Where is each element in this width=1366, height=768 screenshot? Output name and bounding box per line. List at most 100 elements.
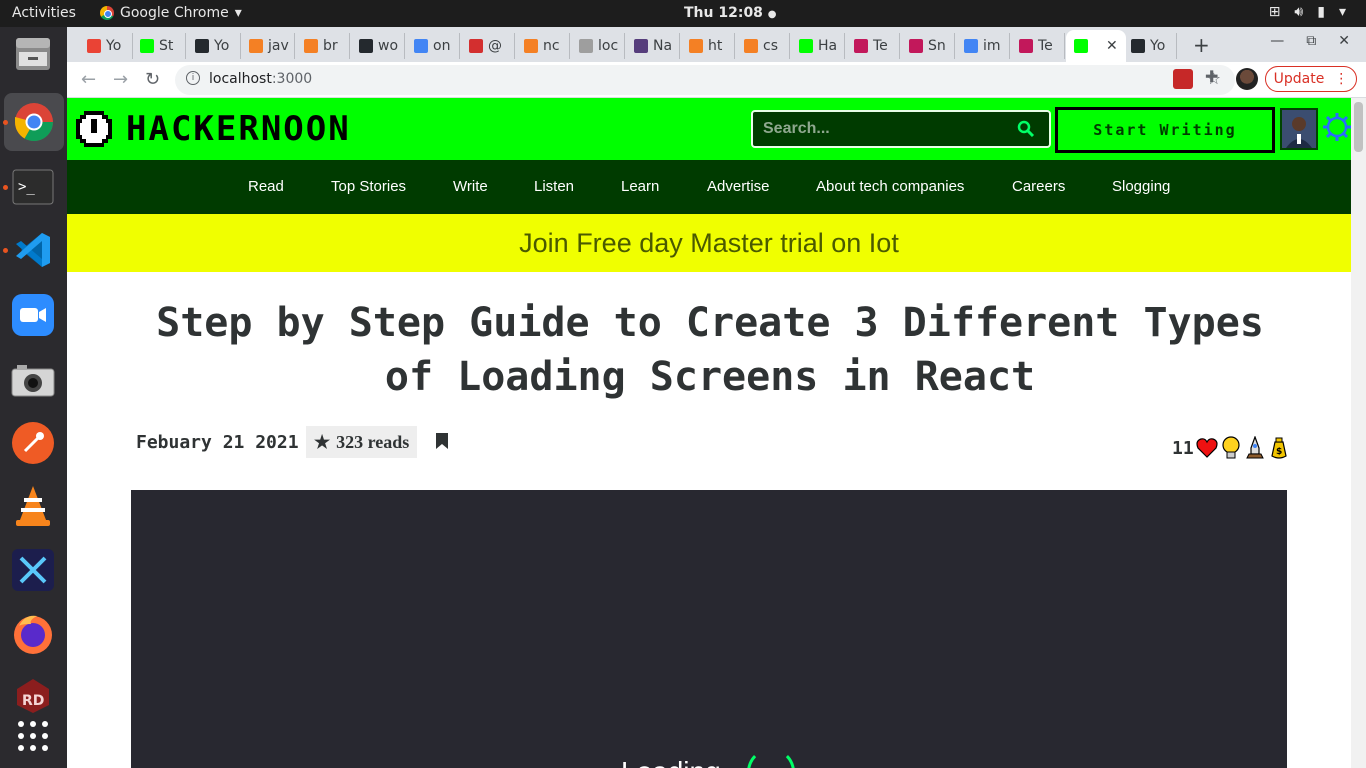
dock: >_ RD	[0, 27, 67, 768]
maximize-button[interactable]: ⧉	[1306, 33, 1316, 49]
svg-text:RD: RD	[22, 693, 44, 709]
nav-listen[interactable]: Listen	[534, 178, 574, 195]
browser-tab[interactable]: jav	[241, 33, 295, 59]
close-window-button[interactable]: ✕	[1338, 33, 1350, 49]
nav-careers[interactable]: Careers	[1012, 178, 1065, 195]
page-scrollbar[interactable]	[1351, 98, 1366, 768]
nav-read[interactable]: Read	[248, 178, 284, 195]
browser-tab[interactable]: br	[296, 33, 350, 59]
music-icon	[854, 39, 868, 53]
window-controls: — ⧉ ✕	[1270, 33, 1350, 49]
zoom-icon[interactable]	[10, 292, 56, 338]
stackoverflow-icon	[689, 39, 703, 53]
reactions: 11 $	[1172, 436, 1290, 460]
browser-tab[interactable]: Na	[626, 33, 680, 59]
vlc-icon[interactable]	[10, 483, 56, 529]
tab-label: jav	[268, 38, 289, 54]
browser-tab[interactable]: wo	[351, 33, 405, 59]
clock[interactable]: Thu 12:08 ●	[684, 5, 777, 21]
system-top-bar: Activities Google Chrome ▾ Thu 12:08 ● ⊞…	[0, 0, 1366, 27]
money-bag-icon[interactable]: $	[1268, 436, 1290, 460]
reload-button[interactable]: ↻	[145, 69, 160, 90]
terminal-icon[interactable]: >_	[10, 164, 56, 210]
github-icon	[1131, 39, 1145, 53]
browser-tab[interactable]: loc	[571, 33, 625, 59]
promo-banner[interactable]: Join Free day Master trial on Iot	[67, 214, 1351, 272]
firefox-icon[interactable]	[10, 611, 56, 657]
browser-toolbar: ← → ↻ i localhost:3000 ☆ ✚ Update ⋮	[67, 62, 1366, 98]
activities-button[interactable]: Activities	[12, 5, 76, 21]
browser-tab[interactable]: ht	[681, 33, 735, 59]
app-grid-icon[interactable]	[10, 713, 56, 759]
vscode-icon[interactable]	[10, 227, 56, 273]
info-icon[interactable]: i	[186, 71, 200, 85]
postman-icon[interactable]	[10, 420, 56, 466]
chevron-down-icon: ▾	[1338, 4, 1346, 20]
nav-about-tech-companies[interactable]: About tech companies	[816, 178, 964, 195]
browser-tab[interactable]: Ha	[791, 33, 845, 59]
site-header: HACKERNOON Start Writing	[67, 98, 1351, 160]
tab-label: wo	[378, 38, 399, 54]
back-button[interactable]: ←	[81, 69, 96, 90]
github-icon	[359, 39, 373, 53]
nav-write[interactable]: Write	[453, 178, 488, 195]
stackoverflow-icon	[249, 39, 263, 53]
browser-tab[interactable]: ✕	[1066, 30, 1126, 62]
search-icon[interactable]	[1017, 120, 1035, 138]
scrollbar-thumb[interactable]	[1354, 102, 1363, 152]
browser-tab[interactable]: Yo	[1123, 33, 1177, 59]
hackernoon-icon	[140, 39, 154, 53]
tab-label: br	[323, 38, 338, 54]
extension-icon[interactable]	[1173, 69, 1193, 89]
new-tab-button[interactable]: +	[1193, 33, 1210, 57]
page-viewport: HACKERNOON Start Writing Read Top Storie…	[67, 98, 1351, 768]
tab-label: loc	[598, 38, 619, 54]
browser-tab[interactable]: nc	[516, 33, 570, 59]
update-button[interactable]: Update ⋮	[1265, 66, 1357, 92]
reads-count: 323 reads	[336, 431, 410, 452]
rd-icon[interactable]: RD	[10, 672, 56, 718]
tab-label: Yo	[1150, 38, 1166, 54]
user-avatar[interactable]	[1280, 108, 1318, 150]
bookmark-icon[interactable]	[435, 433, 449, 449]
heart-icon[interactable]	[1196, 437, 1218, 459]
address-bar[interactable]: i localhost:3000 ☆	[175, 65, 1235, 95]
browser-tab[interactable]: Te	[846, 33, 900, 59]
rocket-icon[interactable]	[1244, 436, 1266, 460]
chrome-icon[interactable]	[4, 93, 64, 151]
browser-tab[interactable]: Te	[1011, 33, 1065, 59]
close-tab-icon[interactable]: ✕	[1106, 38, 1118, 54]
app-menu[interactable]: Google Chrome ▾	[100, 5, 242, 21]
lightbulb-icon[interactable]	[1220, 436, 1242, 460]
forward-button[interactable]: →	[113, 69, 128, 90]
generic-icon	[579, 39, 593, 53]
loading-indicator: Loading	[621, 748, 795, 768]
profile-avatar[interactable]	[1236, 68, 1258, 90]
browser-tab[interactable]: Yo	[79, 33, 133, 59]
browser-tab[interactable]: @	[461, 33, 515, 59]
puzzle-icon[interactable]: ✚	[1205, 67, 1225, 87]
gear-icon[interactable]	[1322, 112, 1351, 142]
nav-top-stories[interactable]: Top Stories	[331, 178, 406, 195]
system-tray[interactable]: ⊞ 🔊︎ ▮ ▾	[1269, 4, 1346, 20]
expressvpn-icon[interactable]	[10, 547, 56, 593]
start-writing-button[interactable]: Start Writing	[1055, 107, 1275, 153]
browser-tab[interactable]: on	[406, 33, 460, 59]
camera-icon[interactable]	[10, 357, 56, 403]
site-logo[interactable]: HACKERNOON	[72, 107, 351, 151]
browser-tab[interactable]: Yo	[187, 33, 241, 59]
more-menu-icon: ⋮	[1334, 71, 1349, 87]
tab-label: Yo	[214, 38, 230, 54]
running-indicator	[3, 120, 8, 125]
files-icon[interactable]	[10, 31, 56, 77]
nav-advertise[interactable]: Advertise	[707, 178, 770, 195]
search-input[interactable]	[763, 119, 1003, 139]
browser-tab[interactable]: im	[956, 33, 1010, 59]
article-date: Febuary 21 2021	[136, 432, 299, 453]
minimize-button[interactable]: —	[1270, 33, 1284, 49]
nav-slogging[interactable]: Slogging	[1112, 178, 1170, 195]
browser-tab[interactable]: cs	[736, 33, 790, 59]
browser-tab[interactable]: Sn	[901, 33, 955, 59]
browser-tab[interactable]: St	[132, 33, 186, 59]
nav-learn[interactable]: Learn	[621, 178, 659, 195]
